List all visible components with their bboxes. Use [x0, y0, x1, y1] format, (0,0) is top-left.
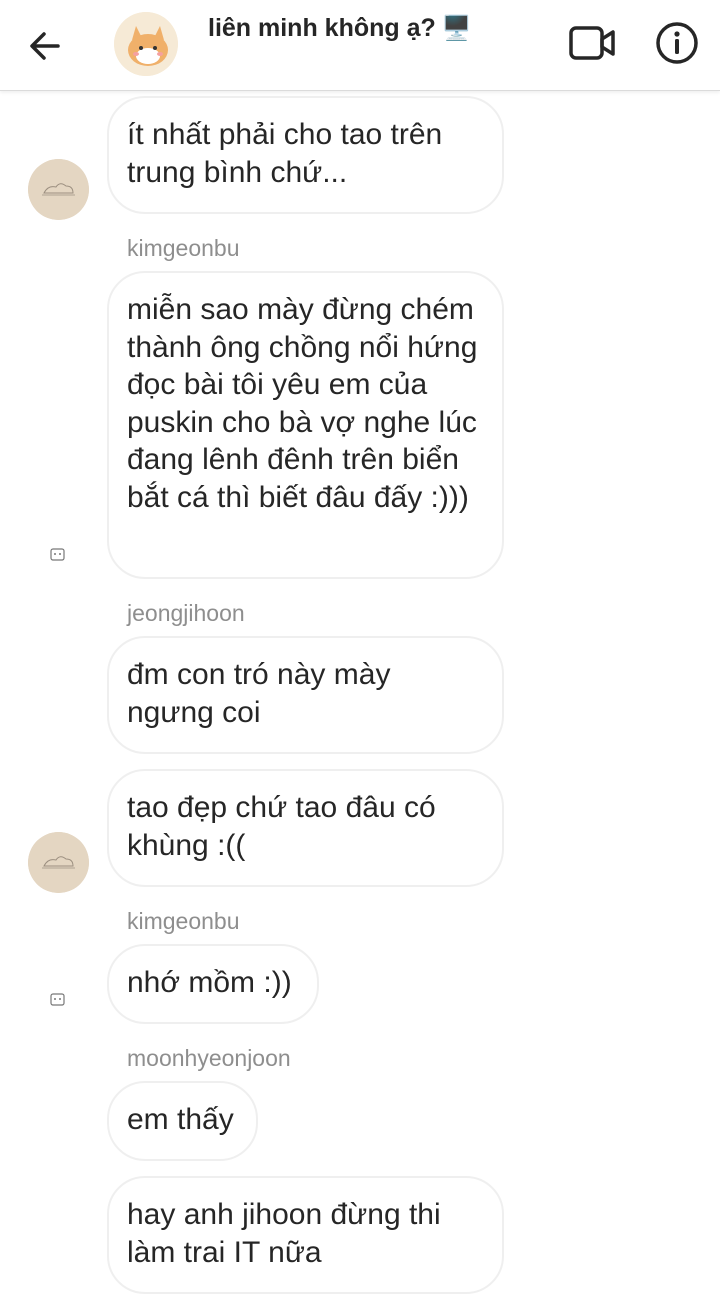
sender-name: jeongjihoon — [127, 600, 245, 626]
message-text: hay anh jihoon đừng thi làm trai IT nữa — [127, 1198, 441, 1269]
sender-name: kimgeonbu — [127, 908, 240, 934]
chat-title[interactable]: liên minh không ạ? 🖥️ — [208, 14, 472, 43]
info-icon — [656, 22, 698, 64]
cloud-sketch-avatar-icon — [28, 159, 89, 220]
message-text: đm con tró này mày ngưng coi — [127, 658, 391, 729]
video-camera-icon — [569, 26, 615, 60]
message-text: tao đẹp chứ tao đâu có khùng :(( — [127, 791, 436, 862]
small-figure-avatar-icon — [50, 548, 65, 561]
info-button[interactable] — [654, 20, 700, 66]
message-bubble[interactable]: hay anh jihoon đừng thi làm trai IT nữa — [107, 1176, 504, 1294]
avatar[interactable] — [48, 990, 68, 1008]
chat-title-text: liên minh không ạ? — [208, 14, 436, 42]
video-call-button[interactable] — [568, 22, 618, 66]
avatar[interactable] — [28, 832, 89, 893]
message-text: ít nhất phải cho tao trên trung bình chứ… — [127, 118, 443, 189]
small-figure-avatar-icon — [50, 993, 65, 1006]
message-text: nhớ mồm :)) — [127, 966, 292, 999]
back-button[interactable] — [24, 24, 68, 68]
message-bubble[interactable]: miễn sao mày đừng chém thành ông chồng n… — [107, 271, 504, 579]
cloud-sketch-avatar-icon — [28, 832, 89, 893]
sender-name: moonhyeonjoon — [127, 1045, 291, 1071]
avatar[interactable] — [28, 159, 89, 220]
message-text: miễn sao mày đừng chém thành ông chồng n… — [127, 293, 478, 514]
message-bubble[interactable]: nhớ mồm :)) — [107, 944, 319, 1024]
message-bubble[interactable]: tao đẹp chứ tao đâu có khùng :(( — [107, 769, 504, 887]
cat-avatar-icon — [114, 12, 178, 76]
message-bubble[interactable]: đm con tró này mày ngưng coi — [107, 636, 504, 754]
chat-header: liên minh không ạ? 🖥️ — [0, 0, 720, 91]
group-avatar[interactable] — [114, 12, 178, 76]
desktop-computer-icon: 🖥️ — [441, 15, 472, 42]
arrow-left-icon — [30, 32, 60, 60]
avatar[interactable] — [48, 545, 68, 563]
message-bubble[interactable]: ít nhất phải cho tao trên trung bình chứ… — [107, 96, 504, 214]
message-text: em thấy — [127, 1103, 234, 1136]
message-bubble[interactable]: em thấy — [107, 1081, 258, 1161]
sender-name: kimgeonbu — [127, 235, 240, 261]
